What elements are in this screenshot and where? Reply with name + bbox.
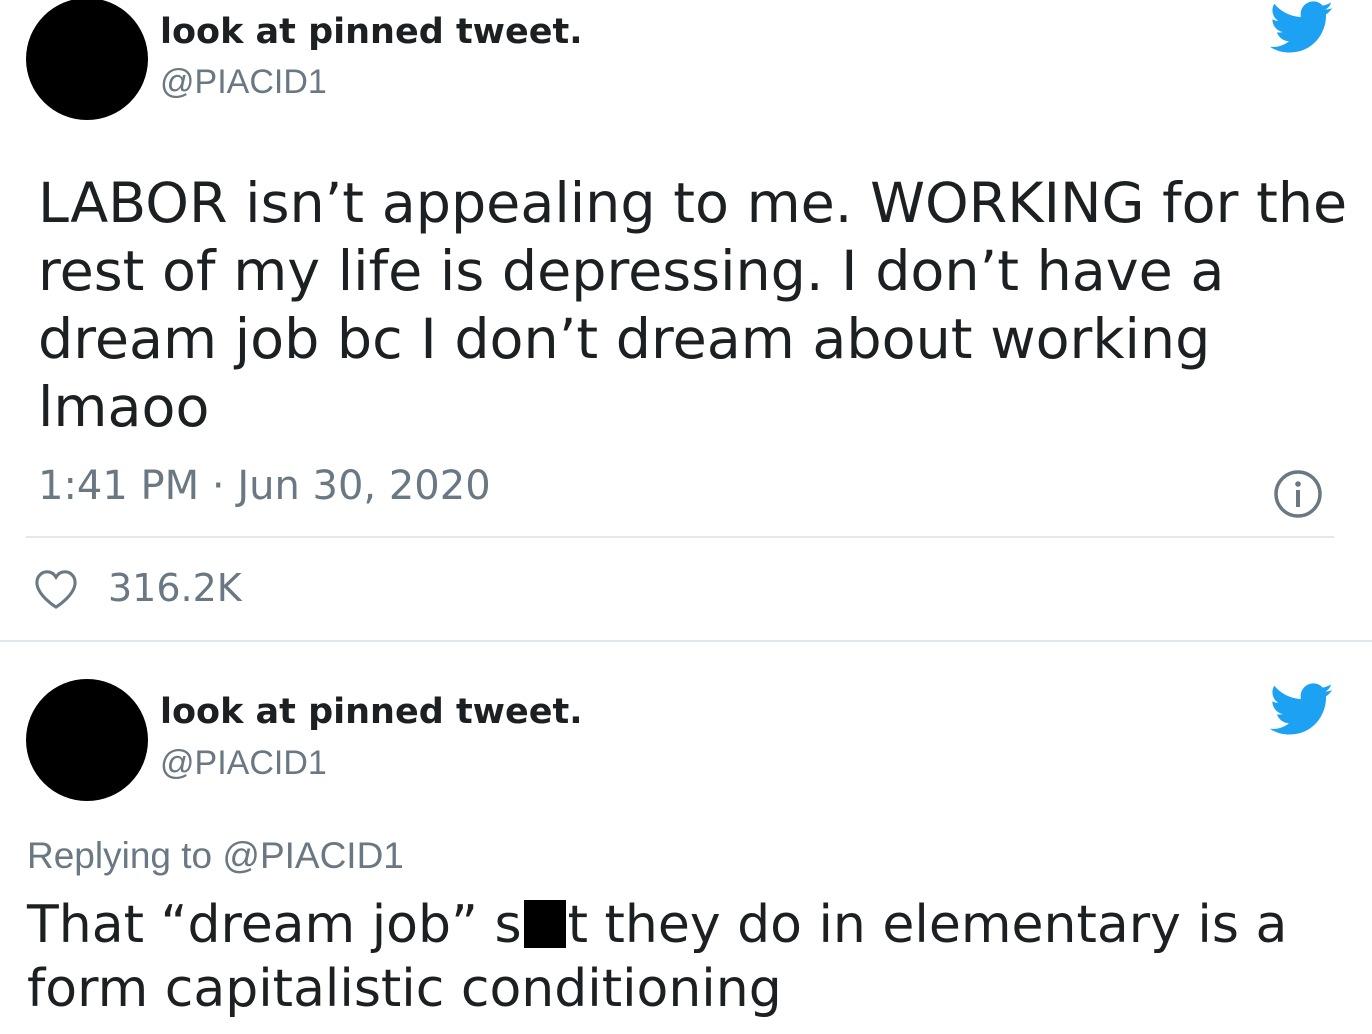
tweet-card[interactable]: look at pinned tweet. @PIACID1 Replying … (0, 642, 1372, 1034)
heart-icon[interactable] (33, 568, 79, 610)
display-name[interactable]: look at pinned tweet. (160, 692, 583, 732)
twitter-bird-icon[interactable] (1270, 682, 1334, 738)
redaction-block (523, 900, 566, 948)
timestamp[interactable]: 1:41 PM · Jun 30, 2020 (38, 463, 491, 509)
user-handle[interactable]: @PIACID1 (160, 744, 327, 783)
tweet-card[interactable]: look at pinned tweet. @PIACID1 LABOR isn… (0, 0, 1372, 641)
replying-to[interactable]: Replying to @PIACID1 (27, 835, 404, 877)
twitter-bird-icon[interactable] (1270, 0, 1334, 56)
avatar[interactable] (26, 679, 148, 801)
display-name[interactable]: look at pinned tweet. (160, 12, 583, 52)
divider (26, 536, 1334, 538)
reply-tweet-text: That “dream job” st they do in elementar… (27, 893, 1357, 1021)
user-handle[interactable]: @PIACID1 (160, 63, 327, 102)
avatar[interactable] (26, 0, 148, 120)
reply-text-start: That “dream job” s (27, 895, 522, 955)
like-count[interactable]: 316.2K (108, 566, 242, 610)
tweet-text: LABOR isn’t appealing to me. WORKING for… (38, 171, 1348, 440)
info-icon[interactable] (1272, 468, 1324, 520)
